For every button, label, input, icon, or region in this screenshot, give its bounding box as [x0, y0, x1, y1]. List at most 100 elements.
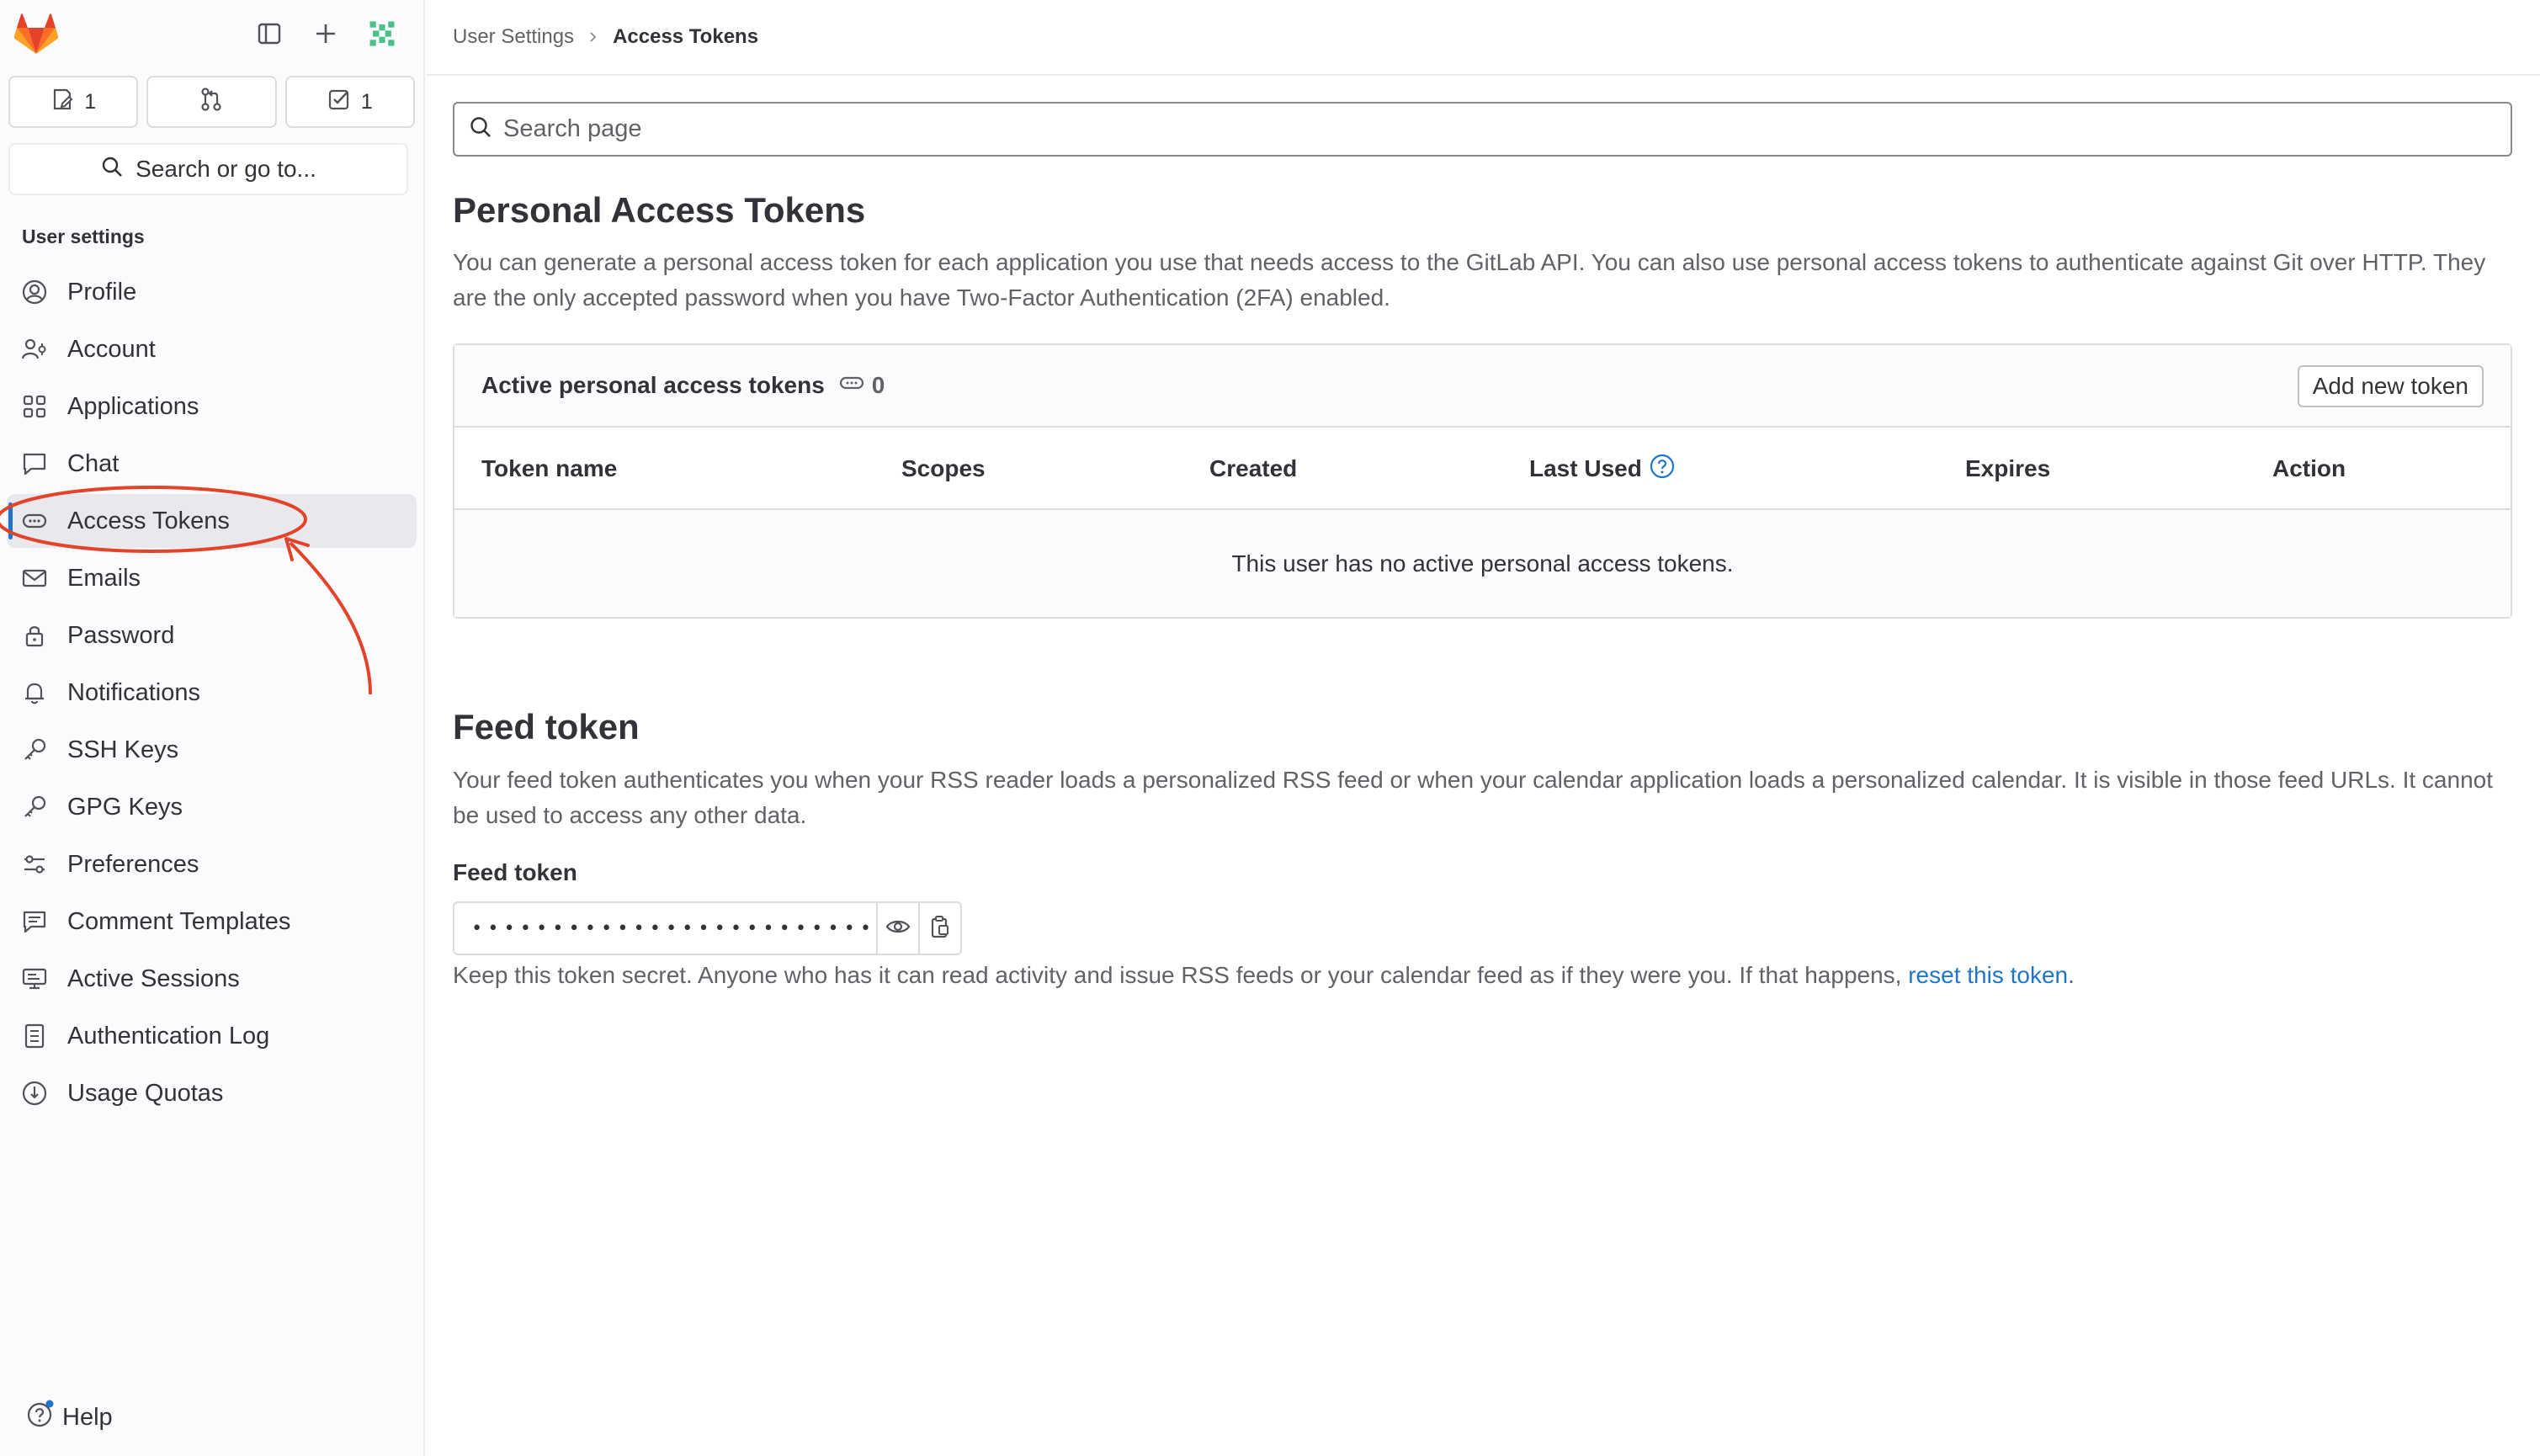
- mail-icon: [20, 564, 49, 592]
- plus-icon[interactable]: [309, 17, 343, 50]
- count-buttons: 1 1: [8, 76, 415, 128]
- eye-icon: [885, 913, 911, 944]
- sidebar-item-notifications[interactable]: Notifications: [7, 666, 417, 720]
- issues-icon: [50, 88, 74, 117]
- merge-request-icon: [199, 87, 224, 118]
- token-icon: [838, 369, 865, 402]
- account-icon: [20, 335, 49, 364]
- column-header-action: Action: [2272, 428, 2346, 510]
- sidebar-item-label: Applications: [67, 392, 199, 420]
- empty-tokens-message: This user has no active personal access …: [454, 510, 2511, 617]
- key-icon: [20, 793, 49, 821]
- feed-token-heading: Feed token: [453, 707, 640, 747]
- reset-token-link[interactable]: reset this token: [1908, 962, 2068, 988]
- active-tokens-card: Active personal access tokens 0 Add new …: [453, 343, 2512, 619]
- token-icon: [20, 507, 49, 535]
- sidebar-item-label: Profile: [67, 278, 137, 306]
- reveal-token-button[interactable]: [876, 903, 918, 954]
- feed-token-help-text: Keep this token secret. Anyone who has i…: [453, 958, 2075, 993]
- feed-token-description: Your feed token authenticates you when y…: [453, 767, 2493, 828]
- sidebar-item-active-sessions[interactable]: Active Sessions: [7, 952, 417, 1006]
- profile-icon: [20, 278, 49, 306]
- sidebar-item-ssh-keys[interactable]: SSH Keys: [7, 723, 417, 777]
- personal-access-tokens-heading: Personal Access Tokens: [453, 190, 866, 230]
- help-icon: [25, 1399, 56, 1436]
- quota-icon: [20, 1079, 49, 1108]
- user-avatar[interactable]: [365, 17, 399, 50]
- sidebar-item-comment-templates[interactable]: Comment Templates: [7, 895, 417, 949]
- column-header-created[interactable]: Created: [1209, 428, 1297, 510]
- todos-count-button[interactable]: 1: [284, 76, 415, 128]
- search-or-go-to-button[interactable]: Search or go to...: [8, 143, 408, 195]
- search-icon: [468, 114, 493, 144]
- add-new-token-button[interactable]: Add new token: [2297, 365, 2484, 407]
- issues-count: 1: [84, 89, 97, 114]
- sidebar-item-label: Access Tokens: [67, 507, 230, 534]
- column-header-token-name[interactable]: Token name: [481, 428, 617, 510]
- bell-icon: [20, 678, 49, 707]
- active-tokens-count-badge: 0: [838, 369, 885, 402]
- applications-icon: [20, 392, 49, 421]
- column-header-label: Token name: [481, 455, 618, 481]
- sidebar-item-account[interactable]: Account: [7, 322, 417, 376]
- column-header-expires[interactable]: Expires: [1965, 428, 2050, 510]
- lock-icon: [20, 621, 49, 650]
- column-header-label: Action: [2272, 455, 2346, 481]
- sidebar-item-access-tokens[interactable]: Access Tokens: [7, 494, 417, 548]
- feed-token-field: •••••••••••••••••••••••••: [453, 901, 962, 955]
- issues-count-button[interactable]: 1: [8, 76, 139, 128]
- active-tokens-title: Active personal access tokens: [481, 372, 825, 398]
- merge-requests-button[interactable]: [146, 76, 277, 128]
- sidebar-item-gpg-keys[interactable]: GPG Keys: [7, 780, 417, 834]
- feed-token-masked-value[interactable]: •••••••••••••••••••••••••: [454, 903, 876, 954]
- user-settings-heading: User settings: [22, 226, 145, 247]
- sidebar-item-label: Account: [67, 335, 156, 363]
- sidebar-item-label: Comment Templates: [67, 907, 291, 935]
- clipboard-icon: [927, 914, 953, 943]
- chevron-right-icon: [587, 25, 599, 49]
- sidebar-item-usage-quotas[interactable]: Usage Quotas: [7, 1066, 417, 1120]
- help-label: Help: [62, 1403, 113, 1431]
- column-header-label: Scopes: [901, 455, 986, 481]
- sidebar-item-label: Preferences: [67, 850, 199, 878]
- breadcrumb: User Settings Access Tokens: [427, 0, 2540, 76]
- active-tokens-card-header: Active personal access tokens 0 Add new …: [454, 345, 2511, 428]
- tokens-table-header: Token name Scopes Created Last Used Expi…: [454, 428, 2511, 510]
- breadcrumb-access-tokens[interactable]: Access Tokens: [613, 25, 758, 49]
- search-icon: [100, 155, 124, 184]
- sidebar-item-password[interactable]: Password: [7, 608, 417, 662]
- copy-token-button[interactable]: [918, 903, 960, 954]
- chat-icon: [20, 449, 49, 478]
- sidebar-item-emails[interactable]: Emails: [7, 551, 417, 605]
- column-header-last-used[interactable]: Last Used: [1529, 428, 1676, 510]
- sidebar-item-profile[interactable]: Profile: [7, 265, 417, 319]
- feed-token-label: Feed token: [453, 859, 577, 885]
- search-page-field[interactable]: [453, 102, 2512, 157]
- help-button[interactable]: Help: [25, 1399, 113, 1436]
- column-header-label: Created: [1209, 455, 1298, 481]
- comment-icon: [20, 907, 49, 936]
- toggle-sidebar-icon[interactable]: [252, 17, 286, 50]
- sidebar-item-preferences[interactable]: Preferences: [7, 837, 417, 891]
- column-header-label: Expires: [1965, 455, 2051, 481]
- personal-access-tokens-description: You can generate a personal access token…: [453, 249, 2486, 311]
- monitor-icon: [20, 964, 49, 993]
- key-icon: [20, 736, 49, 764]
- sidebar-item-chat[interactable]: Chat: [7, 437, 417, 491]
- search-page-input[interactable]: [503, 115, 2511, 143]
- todos-count: 1: [360, 89, 373, 114]
- active-tokens-count: 0: [871, 372, 885, 398]
- sidebar-item-label: Active Sessions: [67, 964, 240, 992]
- question-circle-icon[interactable]: [1649, 453, 1676, 486]
- todo-icon: [327, 88, 351, 117]
- sidebar-item-applications[interactable]: Applications: [7, 380, 417, 433]
- main-content: User Settings Access Tokens Personal Acc…: [427, 0, 2540, 1456]
- feed-token-help-prefix: Keep this token secret. Anyone who has i…: [453, 962, 1909, 988]
- sidebar-item-authentication-log[interactable]: Authentication Log: [7, 1009, 417, 1063]
- settings-nav: Profile Account Applications Chat Access…: [7, 265, 417, 1124]
- sidebar-item-label: Password: [67, 621, 175, 649]
- breadcrumb-user-settings[interactable]: User Settings: [453, 25, 574, 49]
- column-header-scopes[interactable]: Scopes: [901, 428, 986, 510]
- gitlab-logo-icon[interactable]: [13, 13, 59, 56]
- feed-token-help-suffix: .: [2068, 962, 2075, 988]
